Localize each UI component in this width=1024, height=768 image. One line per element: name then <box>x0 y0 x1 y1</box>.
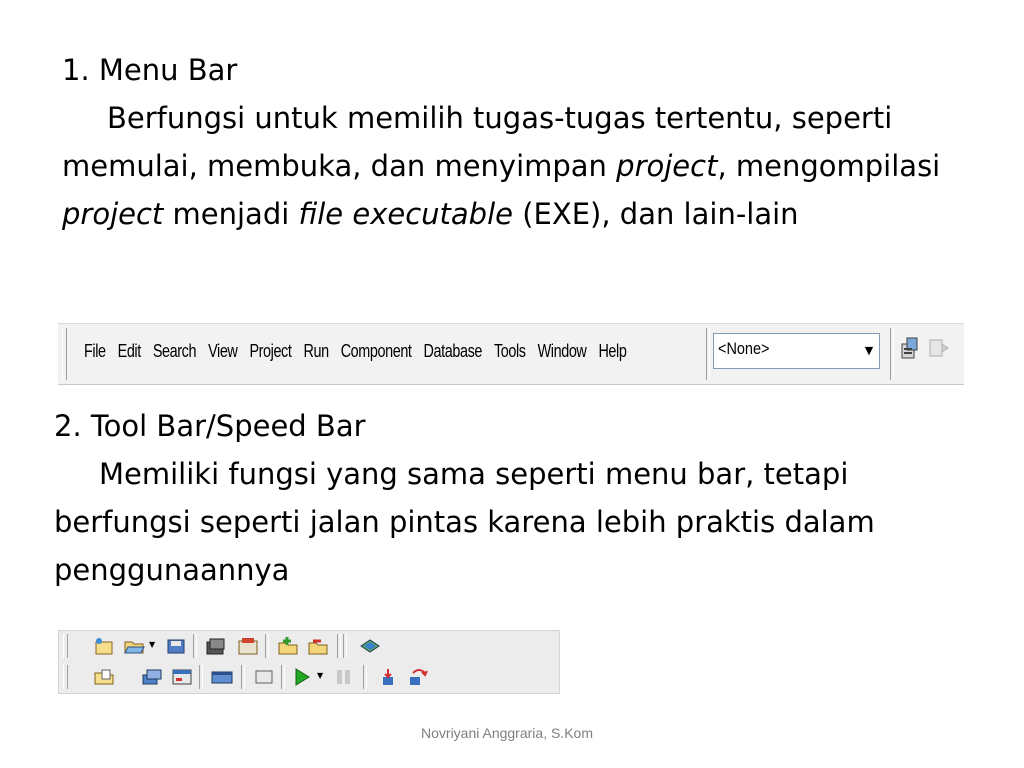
tool-bar-screenshot: ▼ ▼ <box>58 630 560 694</box>
toolbar-separator <box>337 634 341 658</box>
add-file-to-project-icon[interactable] <box>277 636 299 656</box>
section-tool-bar: 2. Tool Bar/Speed Bar Memiliki fungsi ya… <box>54 402 994 594</box>
menu-view[interactable]: View <box>208 341 238 361</box>
section-description: Memiliki fungsi yang sama seperti menu b… <box>54 457 875 587</box>
emphasis-text: project <box>616 149 718 183</box>
run-icon[interactable] <box>291 667 313 687</box>
menu-tools[interactable]: Tools <box>494 341 526 361</box>
open-configuration-icon[interactable] <box>928 336 950 360</box>
chevron-down-icon[interactable]: ▼ <box>860 335 878 365</box>
menu-database[interactable]: Database <box>424 341 483 361</box>
menu-file[interactable]: File <box>84 341 106 361</box>
toolbar-grip <box>63 665 68 689</box>
menu-component[interactable]: Component <box>341 341 412 361</box>
section-heading: 2. Tool Bar/Speed Bar <box>54 409 366 443</box>
help-contents-icon[interactable] <box>359 636 381 656</box>
toolbar-row: ▼ <box>59 631 559 661</box>
remove-file-from-project-icon[interactable] <box>307 636 329 656</box>
toggle-form-unit-icon[interactable] <box>211 667 233 687</box>
toolbar-row: ▼ <box>59 662 559 692</box>
section-heading: 1. Menu Bar <box>62 53 238 87</box>
description-text: , mengompilasi <box>717 149 941 183</box>
trace-into-icon[interactable] <box>377 667 399 687</box>
chevron-down-icon[interactable]: ▼ <box>149 640 155 649</box>
step-over-icon[interactable] <box>407 667 429 687</box>
menu-run[interactable]: Run <box>303 341 329 361</box>
view-unit-icon[interactable] <box>141 667 163 687</box>
author-text: Novriyani Anggraria, S.Kom <box>421 725 593 741</box>
description-text: (EXE), dan lain-lain <box>512 197 799 231</box>
new-form-icon[interactable] <box>253 667 275 687</box>
toolbar-separator <box>281 665 285 689</box>
open-project-icon[interactable] <box>237 636 259 656</box>
section-description: Berfungsi untuk memilih tugas-tugas tert… <box>62 94 982 238</box>
description-text: menjadi <box>163 197 299 231</box>
toolbar-separator <box>706 328 710 380</box>
toolbar-separator <box>193 634 197 658</box>
toolbar-grip <box>62 328 67 380</box>
menu-window[interactable]: Window <box>538 341 587 361</box>
set-configuration-icon[interactable] <box>900 336 922 360</box>
save-icon[interactable] <box>165 636 187 656</box>
menu-edit[interactable]: Edit <box>118 341 142 361</box>
menu-bar-screenshot: File Edit Search View Project Run Component Dat… <box>58 323 964 385</box>
save-all-icon[interactable] <box>205 636 227 656</box>
emphasis-text: project <box>62 197 164 231</box>
view-form-icon[interactable] <box>171 667 193 687</box>
open-icon[interactable] <box>123 636 145 656</box>
toolbar-separator <box>265 634 269 658</box>
emphasis-text: file executable <box>298 197 513 231</box>
toolbar-separator <box>890 328 894 380</box>
chevron-down-icon[interactable]: ▼ <box>317 671 323 680</box>
menu-help[interactable]: Help <box>598 341 626 361</box>
pause-icon[interactable] <box>333 667 355 687</box>
toolbar-separator <box>343 634 347 658</box>
desktop-combo[interactable]: <None> ▼ <box>713 333 880 369</box>
combo-value: <None> <box>718 339 770 358</box>
menu-project[interactable]: Project <box>249 341 291 361</box>
footer-author: Novriyani Anggraria, S.Kom <box>0 725 1024 741</box>
new-items-icon[interactable] <box>93 636 115 656</box>
toolbar-separator <box>241 665 245 689</box>
toolbar-separator <box>363 665 367 689</box>
toolbar-separator <box>199 665 203 689</box>
open-file-icon[interactable] <box>93 667 115 687</box>
menu-search[interactable]: Search <box>153 341 197 361</box>
toolbar-grip <box>63 634 68 658</box>
menu-items: File Edit Search View Project Run Component Dat… <box>84 341 638 362</box>
section-menu-bar: 1. Menu Bar Berfungsi untuk memilih tuga… <box>62 46 982 238</box>
